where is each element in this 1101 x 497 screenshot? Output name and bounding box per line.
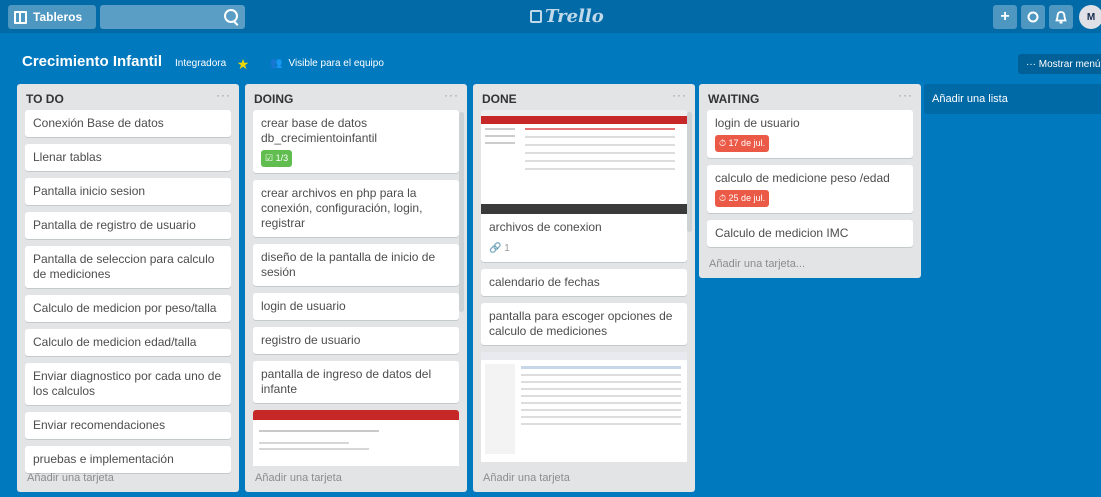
list-title[interactable]: TO DO [26, 92, 64, 106]
boards-icon [14, 10, 27, 24]
list-card[interactable]: calculo de medicione peso /edad ⏱ 25 de … [707, 165, 913, 213]
boards-button[interactable]: Tableros [8, 5, 96, 29]
list-card[interactable]: Pantalla de registro de usuario [25, 212, 231, 239]
list-card[interactable]: pruebas e implementación [25, 446, 231, 473]
list-card[interactable]: Enviar recomendaciones [25, 412, 231, 439]
list-card[interactable]: pantalla de ingreso de datos del infante [253, 361, 459, 403]
visibility-button[interactable]: 👥 Visible para el equipo [270, 58, 384, 69]
bell-icon [1055, 10, 1067, 23]
list-header: DONE ··· [473, 84, 695, 110]
list-card[interactable]: Llenar tablas [25, 144, 231, 171]
list-card[interactable]: Calculo de medicion edad/talla [25, 329, 231, 356]
list-todo: TO DO ··· Conexión Base de datos Llenar … [17, 84, 239, 492]
card-title: crear base de datos db_crecimientoinfant… [261, 116, 378, 145]
info-icon [1027, 11, 1039, 23]
list-card[interactable]: calendario de fechas [481, 269, 687, 296]
visibility-label: Visible para el equipo [288, 58, 384, 69]
attachment-badge: 🔗 1 [489, 243, 510, 254]
add-card-link[interactable]: Añadir una tarjeta [255, 472, 342, 484]
list-card[interactable]: registro de usuario [253, 327, 459, 354]
people-icon: 👥 [270, 58, 283, 69]
list-done: DONE ··· archivos de conexion 🔗 1 calend… [473, 84, 695, 492]
list-menu-icon[interactable]: ··· [444, 88, 459, 102]
list-card[interactable]: Calculo de medicion IMC [707, 220, 913, 247]
card-title: archivos de conexion [489, 220, 602, 234]
card-cover-image[interactable] [481, 110, 687, 214]
team-link[interactable]: Integradora [175, 58, 226, 69]
list-card[interactable]: archivos de conexion 🔗 1 [481, 214, 687, 262]
trello-logo[interactable]: Trello [530, 6, 604, 27]
list-menu-icon[interactable]: ··· [672, 88, 687, 102]
card-title: login de usuario [715, 116, 800, 130]
star-icon[interactable]: ★ [234, 55, 252, 73]
clock-icon: ⏱ [719, 138, 727, 148]
list-header: DOING ··· [245, 84, 467, 110]
list-scrollbar[interactable] [459, 112, 464, 312]
add-list-button[interactable]: Añadir una lista [924, 84, 1101, 114]
search-box[interactable] [100, 5, 245, 29]
list-header: TO DO ··· [17, 84, 239, 110]
list-header: WAITING ··· [699, 84, 921, 110]
card-cover-image[interactable] [253, 410, 459, 466]
board-header: Crecimiento Infantil Integradora ★ 👥 Vis… [0, 50, 1101, 78]
paperclip-icon: 🔗 [489, 243, 502, 254]
list-waiting: WAITING ··· login de usuario ⏱ 17 de jul… [699, 84, 921, 278]
list-card[interactable]: Pantalla de seleccion para calculo de me… [25, 246, 231, 288]
list-title[interactable]: DONE [482, 92, 517, 106]
boards-label: Tableros [33, 10, 83, 24]
clock-icon: ⏱ [719, 193, 727, 203]
list-card[interactable]: Conexión Base de datos [25, 110, 231, 137]
add-card-link[interactable]: Añadir una tarjeta [483, 472, 570, 484]
list-title[interactable]: WAITING [708, 92, 759, 106]
list-card[interactable]: crear base de datos db_crecimientoinfant… [253, 110, 459, 173]
add-button[interactable]: + [993, 5, 1017, 29]
list-card[interactable]: crear archivos en php para la conexión, … [253, 180, 459, 237]
add-card-link[interactable]: Añadir una tarjeta [27, 472, 114, 484]
search-icon[interactable] [224, 9, 238, 23]
top-bar: Tableros Trello + M [0, 0, 1101, 33]
due-date-badge: ⏱ 25 de jul. [715, 190, 770, 207]
board-title[interactable]: Crecimiento Infantil [22, 53, 162, 70]
list-card[interactable]: login de usuario [253, 293, 459, 320]
avatar[interactable]: M [1079, 5, 1101, 29]
checklist-badge: ☑ 1/3 [261, 150, 293, 167]
list-menu-icon[interactable]: ··· [898, 88, 913, 102]
show-menu-button[interactable]: ··· Mostrar menú [1018, 54, 1101, 74]
list-card[interactable]: Pantalla inicio sesion [25, 178, 231, 205]
list-card[interactable]: login de usuario ⏱ 17 de jul. [707, 110, 913, 158]
due-date-badge: ⏱ 17 de jul. [715, 135, 770, 152]
plus-icon: + [1000, 8, 1010, 25]
trello-logo-icon [530, 10, 542, 23]
notifications-button[interactable] [1049, 5, 1073, 29]
list-menu-icon[interactable]: ··· [216, 88, 231, 102]
list-card[interactable]: diseño de la pantalla de inicio de sesió… [253, 244, 459, 286]
list-card[interactable]: Enviar diagnostico por cada uno de los c… [25, 363, 231, 405]
add-list-label: Añadir una lista [932, 93, 1008, 105]
search-input[interactable] [100, 5, 227, 29]
add-card-link[interactable]: Añadir una tarjeta... [709, 258, 805, 270]
card-title: calculo de medicione peso /edad [715, 171, 890, 185]
list-scrollbar[interactable] [687, 112, 692, 232]
list-card[interactable]: Calculo de medicion por peso/talla [25, 295, 231, 322]
list-doing: DOING ··· crear base de datos db_crecimi… [245, 84, 467, 492]
list-title[interactable]: DOING [254, 92, 293, 106]
logo-text: Trello [545, 6, 604, 27]
info-button[interactable] [1021, 5, 1045, 29]
list-card[interactable]: pantalla para escoger opciones de calcul… [481, 303, 687, 345]
card-cover-image[interactable] [481, 352, 687, 462]
